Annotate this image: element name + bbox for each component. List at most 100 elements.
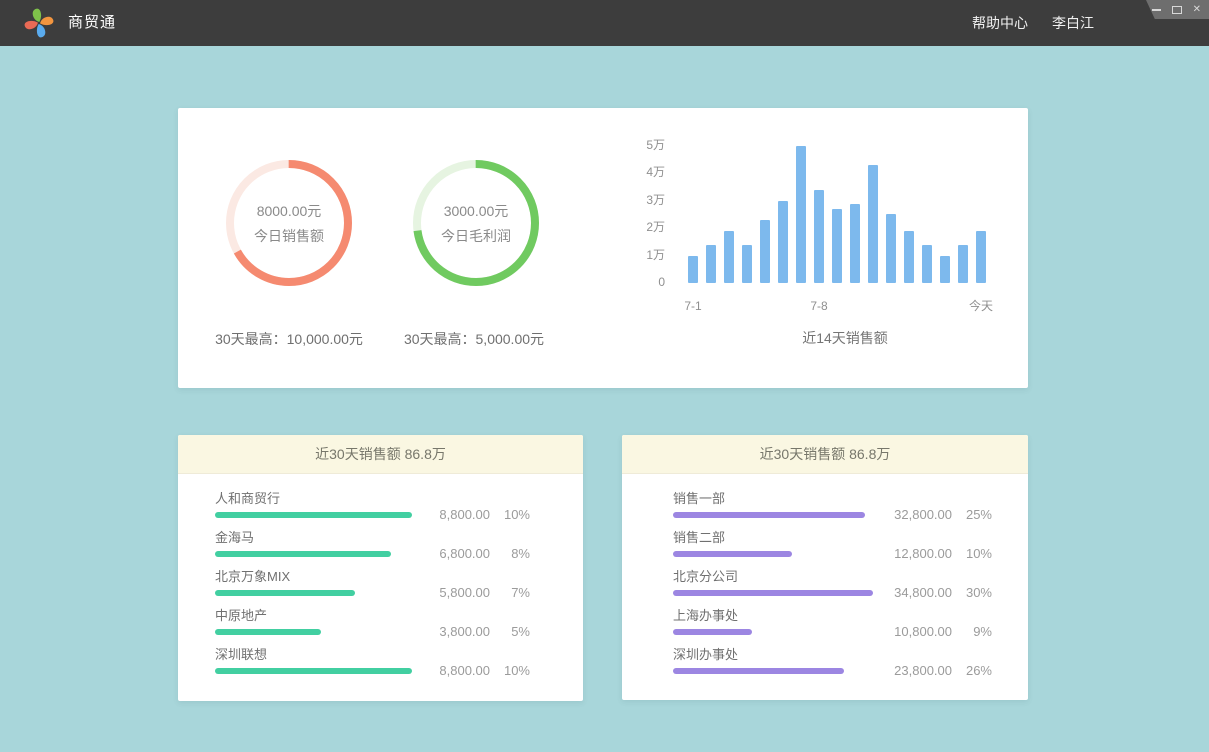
list-row: 深圳办事处23,800.0026% [622,647,1028,674]
x-axis-tick: 7-8 [784,298,854,314]
list-row: 人和商贸行8,800.0010% [178,491,583,518]
row-percent: 30% [962,585,992,600]
row-values: 10,800.00 9% [880,624,992,639]
window-controls: ✕ [1146,0,1209,19]
today-profit-value: 3000.00元 [444,202,509,220]
bar-chart-bars [688,146,986,283]
row-amount: 34,800.00 [880,585,952,600]
row-bar [673,590,873,596]
row-bar [215,590,355,596]
x-axis-tick: 7-1 [658,298,728,314]
row-label: 深圳办事处 [673,647,1028,663]
row-amount: 8,800.00 [418,507,490,522]
row-label: 人和商贸行 [215,491,583,507]
bar-chart-yaxis: 01万2万3万4万5万 [585,108,665,388]
row-amount: 6,800.00 [418,546,490,561]
row-bar [215,512,412,518]
list-row: 上海办事处10,800.009% [622,608,1028,635]
bar [760,220,770,283]
minimize-icon[interactable] [1152,9,1161,11]
row-bar [673,512,865,518]
bar [868,165,878,283]
row-label: 中原地产 [215,608,583,624]
row-percent: 10% [500,663,530,678]
bar [688,256,698,283]
row-percent: 10% [962,546,992,561]
row-label: 上海办事处 [673,608,1028,624]
row-percent: 8% [500,546,530,561]
today-sales-value: 8000.00元 [257,202,322,220]
row-amount: 3,800.00 [418,624,490,639]
y-axis-tick: 3万 [585,192,665,208]
list-row: 销售一部32,800.0025% [622,491,1028,518]
row-label: 深圳联想 [215,647,583,663]
row-percent: 10% [500,507,530,522]
departments-card-title: 近30天销售额 86.8万 [622,435,1028,474]
row-label: 销售一部 [673,491,1028,507]
row-bar [215,629,321,635]
row-percent: 5% [500,624,530,639]
bar [832,209,842,283]
app-title: 商贸通 [68,0,116,46]
summary-card: 8000.00元 今日销售额 30天最高：10,000.00元 3000.00元… [178,108,1028,388]
today-profit-label: 今日毛利润 [441,227,511,245]
row-bar [215,668,412,674]
list-row: 销售二部12,800.0010% [622,530,1028,557]
user-menu[interactable]: 李白江 [1052,13,1094,33]
y-axis-tick: 1万 [585,247,665,263]
row-values: 12,800.00 10% [880,546,992,561]
row-values: 23,800.0026% [880,663,992,678]
today-profit-caption: 30天最高：5,000.00元 [364,329,584,349]
bar [850,204,860,283]
row-amount: 8,800.00 [418,663,490,678]
departments-list: 销售一部32,800.0025%销售二部12,800.0010%北京分公司34,… [622,474,1028,674]
row-amount: 10,800.00 [880,624,952,639]
row-bar [673,668,844,674]
row-values: 6,800.00 8% [418,546,530,561]
bar [976,231,986,283]
bar [706,245,716,283]
bar [796,146,806,283]
departments-card: 近30天销售额 86.8万 销售一部32,800.0025% 销售二部12,800… [622,435,1028,700]
row-percent: 25% [962,507,992,522]
today-sales-donut-chart: 8000.00元 今日销售额 [224,158,354,288]
row-values: 5,800.00 7% [418,585,530,600]
y-axis-tick: 0 [585,274,665,290]
customers-card-title: 近30天销售额 86.8万 [178,435,583,474]
row-label: 销售二部 [673,530,1028,546]
row-bar [673,551,792,557]
row-values: 3,800.00 5% [418,624,530,639]
help-center-link[interactable]: 帮助中心 [972,13,1028,33]
bar [724,231,734,283]
x-axis-tick: 今天 [946,298,1016,314]
row-amount: 5,800.00 [418,585,490,600]
row-percent: 9% [962,624,992,639]
bar [958,245,968,283]
row-values: 8,800.00 10% [418,663,530,678]
row-percent: 7% [500,585,530,600]
row-label: 金海马 [215,530,583,546]
row-bar [673,629,752,635]
row-amount: 12,800.00 [880,546,952,561]
close-icon[interactable]: ✕ [1193,5,1201,15]
bar [904,231,914,283]
today-profit-donut-chart: 3000.00元 今日毛利润 [411,158,541,288]
bar-chart-title: 近14天销售额 [695,328,995,348]
today-sales-label: 今日销售额 [254,227,324,245]
list-row: 深圳联想8,800.0010% [178,647,583,674]
bar [742,245,752,283]
bar-chart-xaxis: 7-1 7-8 今天 [178,298,1028,314]
y-axis-tick: 5万 [585,137,665,153]
row-values: 8,800.00 10% [418,507,530,522]
y-axis-tick: 4万 [585,164,665,180]
app-window: 商贸通 帮助中心 李白江 ✕ 8000.00元 今日销售额 30天最高：10,0… [0,0,1209,752]
row-bar [215,551,391,557]
row-values: 32,800.0025% [880,507,992,522]
maximize-icon[interactable] [1172,6,1182,14]
bar [886,214,896,283]
bar [940,256,950,283]
bar [922,245,932,283]
list-row: 北京分公司34,800.0030% [622,569,1028,596]
row-label: 北京万象MIX [215,569,583,585]
customers-list: 人和商贸行8,800.0010%金海马6,800.008%北京万象MIX5,80… [178,474,583,674]
